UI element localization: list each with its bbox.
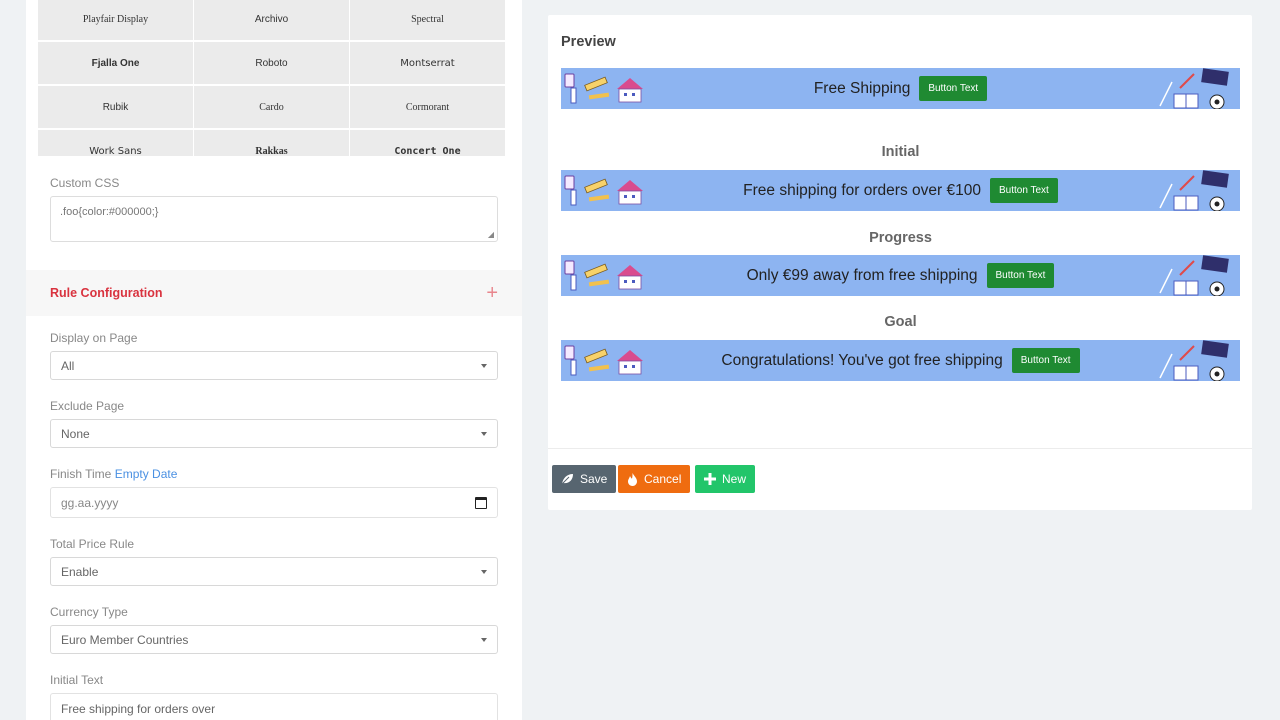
finish-time-input[interactable]: gg.aa.yyyy [50, 487, 498, 518]
font-option[interactable]: Rubik [38, 86, 193, 128]
cancel-button[interactable]: Cancel [618, 465, 691, 493]
chevron-down-icon [481, 431, 487, 436]
exclude-page-select[interactable]: None [50, 419, 498, 448]
preview-banner-progress: Only €99 away from free shipping Button … [561, 255, 1240, 296]
school-supplies-right-icon [1159, 255, 1229, 296]
font-option[interactable]: Spectral [350, 0, 505, 40]
settings-panel: Playfair Display Archivo Spectral Fjalla… [26, 0, 522, 720]
divider [548, 448, 1252, 449]
initial-stage-label: Initial [881, 144, 920, 160]
empty-date-link[interactable]: Empty Date [115, 467, 178, 481]
preview-banner-goal: Congratulations! You've got free shippin… [561, 340, 1240, 381]
preview-banner-initial: Free shipping for orders over €100 Butto… [561, 170, 1240, 211]
initial-text-input[interactable]: Free shipping for orders over [50, 693, 498, 720]
font-option[interactable]: Work Sans [38, 130, 193, 156]
display-on-page-label: Display on Page [50, 331, 138, 345]
font-option[interactable]: Rakkas [194, 130, 349, 156]
currency-type-value: Euro Member Countries [61, 632, 189, 647]
font-option[interactable]: Fjalla One [38, 42, 193, 84]
school-supplies-left-icon [564, 73, 643, 104]
total-price-rule-value: Enable [61, 564, 99, 579]
new-button-label: New [722, 472, 747, 486]
font-option[interactable]: Cormorant [350, 86, 505, 128]
school-supplies-right-icon [1159, 170, 1229, 211]
font-option[interactable]: Montserrat [350, 42, 505, 84]
calendar-icon[interactable] [475, 496, 487, 509]
school-supplies-left-icon [564, 175, 643, 206]
chevron-down-icon [481, 637, 487, 642]
font-option[interactable]: Concert One [350, 130, 505, 156]
banner-text: Only €99 away from free shipping [746, 266, 978, 284]
font-picker: Playfair Display Archivo Spectral Fjalla… [38, 0, 506, 156]
finish-time-placeholder: gg.aa.yyyy [61, 495, 119, 510]
fire-icon [628, 472, 637, 486]
rule-configuration-title: Rule Configuration [50, 286, 163, 300]
custom-css-label: Custom CSS [50, 176, 120, 190]
exclude-page-value: None [61, 426, 90, 441]
initial-text-value: Free shipping for orders over [61, 702, 216, 716]
save-button[interactable]: Save [552, 465, 617, 493]
save-button-label: Save [580, 472, 608, 486]
finish-time-label: Finish Time Empty Date [50, 467, 177, 481]
display-on-page-select[interactable]: All [50, 351, 498, 380]
chevron-down-icon [481, 363, 487, 368]
banner-button[interactable]: Button Text [1011, 348, 1080, 373]
rule-configuration-header[interactable]: Rule Configuration + [26, 270, 522, 316]
custom-css-value: .foo{color:#000000;} [60, 206, 159, 218]
total-price-rule-select[interactable]: Enable [50, 557, 498, 586]
font-option[interactable]: Archivo [194, 0, 349, 40]
font-option[interactable]: Cardo [194, 86, 349, 128]
banner-button[interactable]: Button Text [919, 76, 988, 101]
initial-text-label: Initial Text [50, 673, 104, 687]
currency-type-select[interactable]: Euro Member Countries [50, 625, 498, 654]
leaf-icon [561, 474, 573, 485]
total-price-rule-label: Total Price Rule [50, 537, 135, 551]
banner-text: Free Shipping [813, 79, 911, 97]
new-button[interactable]: New [695, 465, 756, 493]
plus-icon [704, 473, 716, 485]
font-option[interactable]: Roboto [194, 42, 349, 84]
preview-panel: Preview Free Shipping Button Text Initia… [548, 15, 1252, 510]
preview-title: Preview [561, 34, 616, 50]
banner-button[interactable]: Button Text [989, 178, 1058, 203]
banner-text: Congratulations! You've got free shippin… [721, 351, 1003, 369]
goal-stage-label: Goal [884, 314, 917, 330]
progress-stage-label: Progress [869, 230, 932, 246]
exclude-page-label: Exclude Page [50, 399, 125, 413]
preview-banner-main: Free Shipping Button Text [561, 68, 1240, 109]
school-supplies-right-icon [1159, 68, 1229, 109]
custom-css-textarea[interactable]: .foo{color:#000000;} ◢ [50, 196, 498, 242]
currency-type-label: Currency Type [50, 605, 128, 619]
display-on-page-value: All [61, 358, 75, 373]
font-option[interactable]: Playfair Display [38, 0, 193, 40]
school-supplies-left-icon [564, 260, 643, 291]
school-supplies-left-icon [564, 345, 643, 376]
plus-icon[interactable]: + [486, 283, 498, 303]
chevron-down-icon [481, 569, 487, 574]
cancel-button-label: Cancel [644, 472, 682, 486]
finish-time-label-text: Finish Time [50, 467, 112, 481]
resize-grip-icon[interactable]: ◢ [488, 230, 494, 239]
banner-button[interactable]: Button Text [986, 263, 1055, 288]
school-supplies-right-icon [1159, 340, 1229, 381]
banner-text: Free shipping for orders over €100 [743, 181, 981, 199]
